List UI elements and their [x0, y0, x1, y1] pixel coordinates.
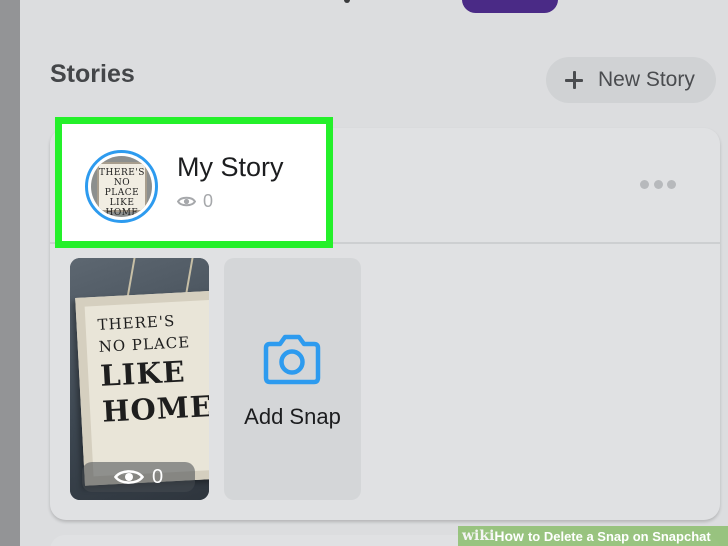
snap-photo-frame: THERE'S NO PLACE LIKE HOME: [75, 290, 209, 486]
avatar-sign-line: LIKE: [109, 198, 135, 208]
camera-icon: [263, 334, 321, 385]
snap-sign-line: HOME: [101, 389, 209, 429]
watermark-how: How: [494, 528, 524, 544]
my-story-title[interactable]: My Story: [177, 152, 284, 183]
more-dot: [667, 180, 676, 189]
add-snap-button[interactable]: Add Snap: [224, 258, 361, 500]
snap-sign-line: LIKE: [99, 354, 187, 393]
new-story-label: New Story: [598, 68, 695, 91]
snap-view-count: 0: [151, 465, 164, 488]
avatar-image: THERE'S NO PLACE LIKE HOME: [91, 156, 152, 217]
eye-icon: [177, 195, 196, 208]
watermark-title: to Delete a Snap on Snapchat: [527, 528, 711, 544]
avatar-sign-line: THERE'S: [99, 168, 145, 178]
top-purple-button[interactable]: [462, 0, 558, 13]
plus-icon: [564, 70, 584, 90]
avatar-sign-line: NO PLACE: [104, 178, 140, 198]
wikihow-watermark: wiki How to Delete a Snap on Snapchat: [458, 526, 728, 546]
story-avatar[interactable]: THERE'S NO PLACE LIKE HOME: [85, 150, 158, 223]
watermark-wiki: wiki: [462, 528, 495, 544]
left-edge-bar: [0, 0, 20, 546]
avatar-sign: THERE'S NO PLACE LIKE HOME: [97, 162, 147, 217]
add-snap-label: Add Snap: [244, 404, 341, 429]
my-story-view-count: 0: [203, 191, 214, 211]
snap-thumbnail[interactable]: THERE'S NO PLACE LIKE HOME 0: [70, 258, 209, 500]
more-dot: [640, 180, 649, 189]
more-icon[interactable]: [640, 180, 676, 190]
snap-photo-sign: THERE'S NO PLACE LIKE HOME: [85, 300, 209, 431]
top-partial-glyph: [344, 0, 350, 3]
my-story-views: 0: [177, 191, 213, 212]
stories-heading: Stories: [50, 60, 135, 88]
new-story-button[interactable]: New Story: [546, 57, 716, 103]
avatar-sign-line: HOME: [105, 208, 139, 217]
eye-icon: [113, 468, 144, 486]
more-dot: [653, 180, 663, 189]
snap-views-overlay: 0: [82, 462, 195, 492]
